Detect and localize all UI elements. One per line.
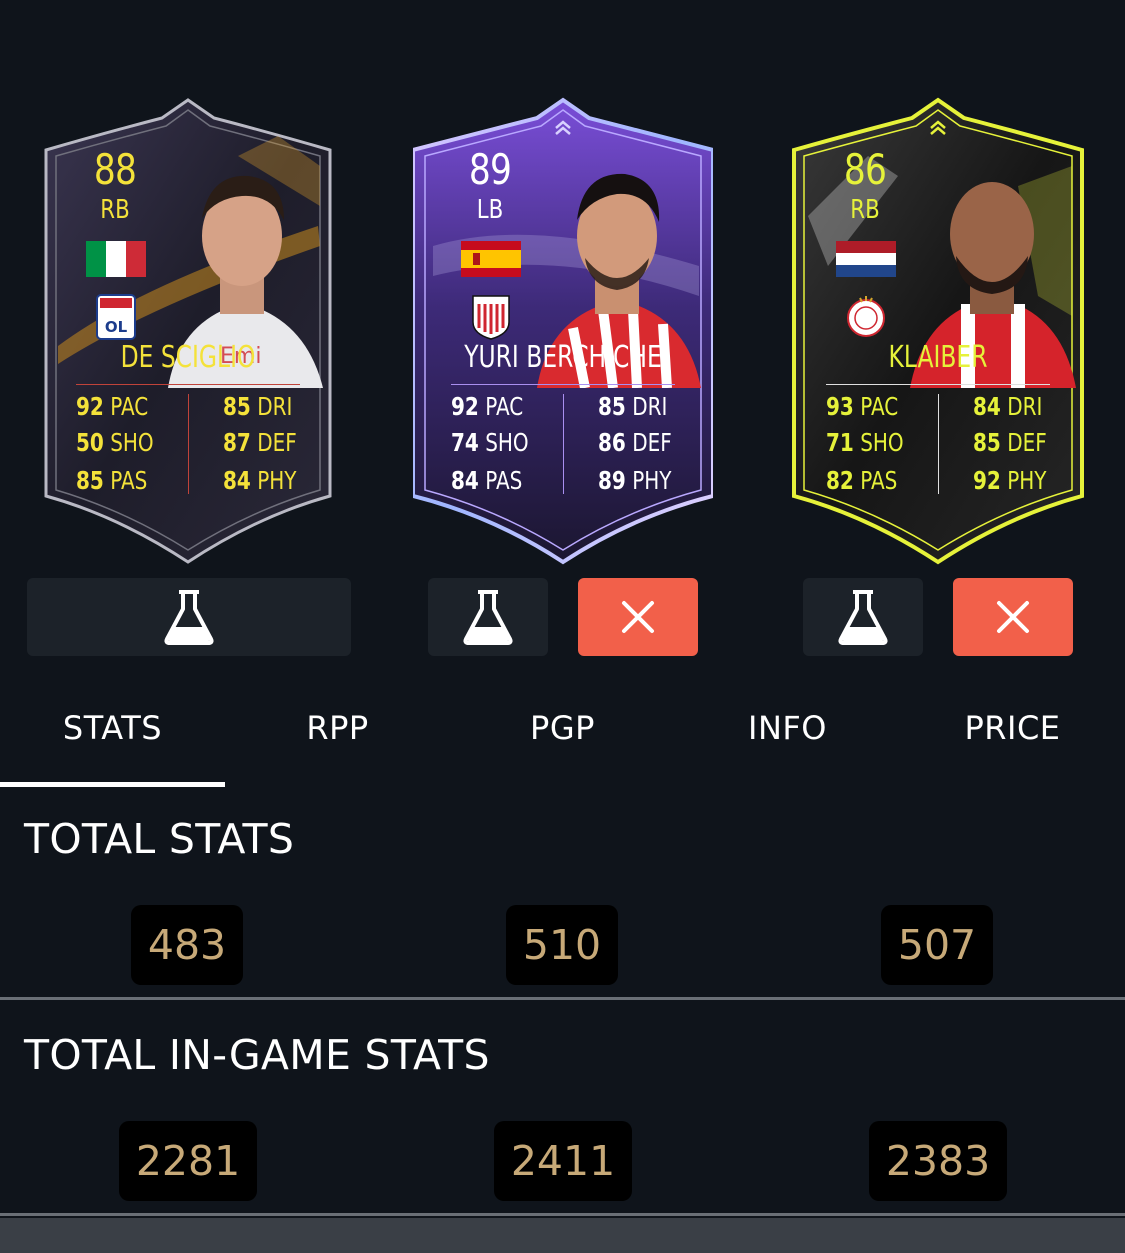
stat-pas: 84 PAS [451,466,523,495]
tab-price[interactable]: PRICE [900,690,1125,766]
club-badge-icon [472,295,510,340]
remove-button-card-2[interactable] [578,578,698,656]
stat-def: 87 DEF [223,428,297,457]
card-position: RB [850,195,880,225]
close-icon [997,601,1029,633]
upgrade-arrows-icon [555,120,571,135]
flask-icon [463,590,513,645]
club-badge-icon: OL [96,294,136,340]
stat-phy: 84 PHY [223,466,297,495]
name-divider [451,384,675,385]
total-stats-title: TOTAL STATS [24,815,295,863]
lab-button-card-1[interactable] [27,578,351,656]
upgrade-arrows-icon [930,120,946,135]
remove-button-card-3[interactable] [953,578,1073,656]
lab-button-card-3[interactable] [803,578,923,656]
ingame-stats-value-card-1: 2281 [119,1121,257,1201]
close-icon [622,601,654,633]
player-card-klaiber[interactable]: 86 RB KLAIBER 93 PAC 71 SHO 82 PAS 84 DR… [788,96,1088,568]
card-player-name: YURI BERCHICHE [464,340,662,375]
stat-def: 85 DEF [973,428,1047,457]
flask-icon [164,590,214,645]
tab-bar: STATS RPP PGP INFO PRICE [0,690,1125,790]
stat-sho: 74 SHO [451,428,529,457]
total-stats-value-card-2: 510 [506,905,618,985]
tab-rpp[interactable]: RPP [225,690,450,766]
stat-dri: 84 DRI [973,392,1043,421]
card-player-name: DE SCIGLIO [120,340,256,375]
tab-stats[interactable]: STATS [0,690,225,766]
italy-flag-icon [86,241,146,277]
spain-flag-icon [461,241,521,277]
tab-pgp[interactable]: PGP [450,690,675,766]
stat-dri: 85 DRI [598,392,668,421]
player-card-de-sciglio[interactable]: Emi 88 RB OL DE SCIGLIO 92 PAC 50 SHO 85… [38,96,338,568]
stat-phy: 89 PHY [598,466,672,495]
card-rating: 86 [843,145,887,194]
card-rating: 89 [468,145,512,194]
next-section-strip [0,1218,1125,1253]
card-rating: 88 [93,145,137,194]
active-tab-indicator [0,782,225,787]
stats-divider [938,394,939,494]
club-badge-icon [847,296,885,337]
tab-info[interactable]: INFO [675,690,900,766]
stats-divider [563,394,564,494]
flask-icon [838,590,888,645]
total-stats-value-card-3: 507 [881,905,993,985]
card-player-name: KLAIBER [888,340,988,375]
ingame-stats-value-card-2: 2411 [494,1121,632,1201]
card-position: LB [476,195,504,225]
stat-phy: 92 PHY [973,466,1047,495]
stat-pac: 93 PAC [826,392,899,421]
total-stats-value-card-1: 483 [131,905,243,985]
stat-pas: 82 PAS [826,466,898,495]
player-comparison-screen: Emi 88 RB OL DE SCIGLIO 92 PAC 50 SHO 85… [0,0,1125,1253]
ingame-stats-value-card-3: 2383 [869,1121,1007,1201]
svg-text:OL: OL [105,318,128,336]
card-position: RB [100,195,130,225]
stats-divider [188,394,189,494]
total-ingame-stats-title: TOTAL IN-GAME STATS [24,1031,490,1079]
stat-sho: 71 SHO [826,428,904,457]
netherlands-flag-icon [836,241,896,277]
section-divider [0,1213,1125,1216]
stat-pas: 85 PAS [76,466,148,495]
stat-pac: 92 PAC [76,392,149,421]
name-divider [826,384,1050,385]
section-divider [0,997,1125,1000]
stat-def: 86 DEF [598,428,672,457]
stat-sho: 50 SHO [76,428,154,457]
lab-button-card-2[interactable] [428,578,548,656]
player-card-yuri-berchiche[interactable]: 89 LB YURI BERCHICHE 92 PAC 74 SHO 84 PA… [413,96,713,568]
stat-pac: 92 PAC [451,392,524,421]
stat-dri: 85 DRI [223,392,293,421]
name-divider [76,384,300,385]
